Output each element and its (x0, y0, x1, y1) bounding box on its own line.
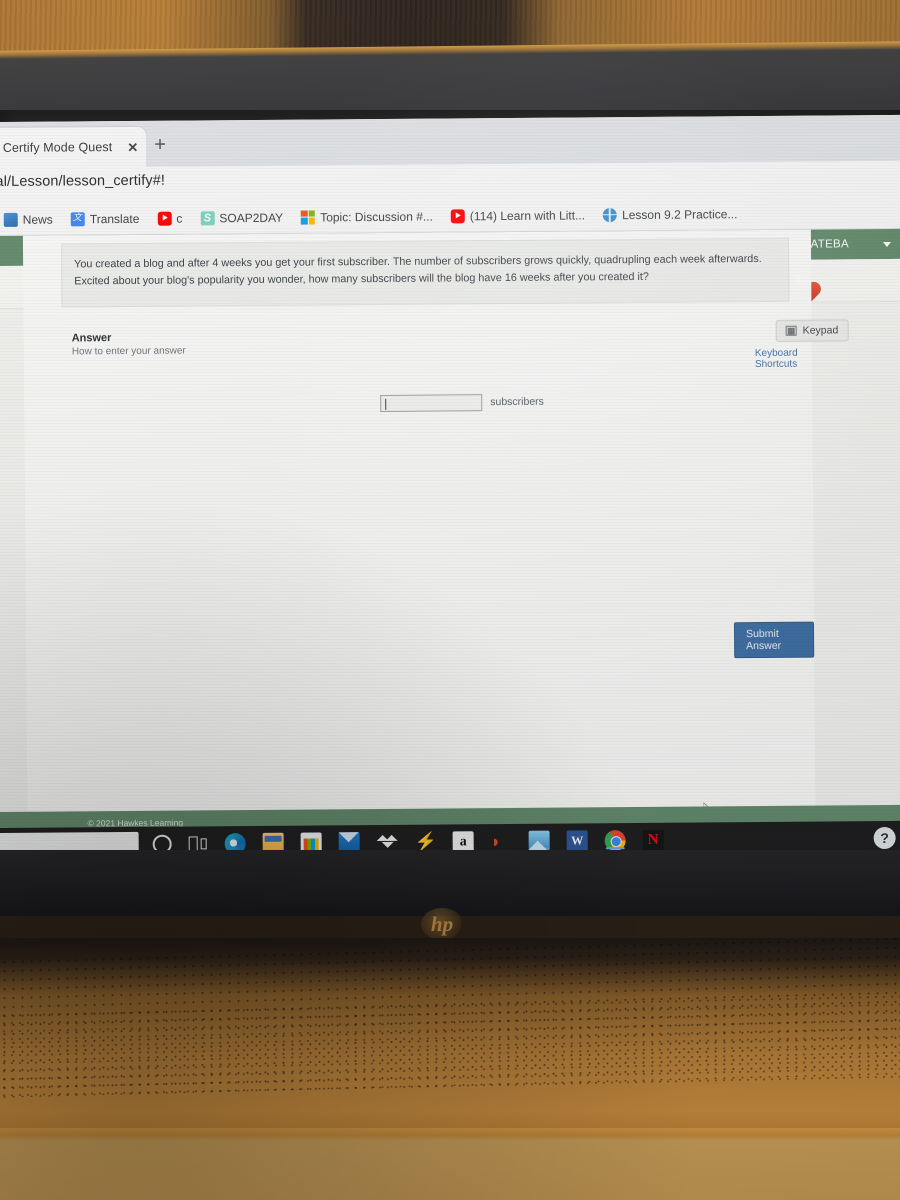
laptop-screen: 4 Certify Mode Question ✕ + rtal/Lesson/… (0, 110, 900, 862)
bookmark-youtube-c[interactable]: c (148, 211, 191, 226)
chevron-down-icon[interactable] (882, 241, 892, 247)
news-icon (3, 212, 18, 227)
submit-answer-button[interactable]: Submit Answer (733, 621, 815, 659)
bookmark-lesson-9-2-practice[interactable]: Lesson 9.2 Practice... (594, 207, 747, 222)
help-icon[interactable]: ? (873, 826, 896, 850)
bookmark-label: Topic: Discussion #... (320, 209, 433, 224)
hawkes-learning-app: Save & Exit Certify Lesson: 5.4 Exponent… (0, 228, 900, 836)
chrome-browser-window: 4 Certify Mode Question ✕ + rtal/Lesson/… (0, 114, 900, 862)
laptop-top-bezel (0, 41, 900, 121)
translate-icon (70, 211, 85, 226)
laptop-bottom-bezel (0, 850, 900, 916)
chrome-icon[interactable] (604, 829, 626, 851)
browser-tab-strip: 4 Certify Mode Question ✕ + (0, 114, 900, 169)
speaker-grille-lower (0, 992, 900, 1102)
word-icon[interactable]: W (566, 829, 588, 852)
bookmark-translate[interactable]: Translate (62, 211, 149, 226)
bookmark-learn-with-litt[interactable]: (114) Learn with Litt... (442, 208, 594, 223)
soap2day-icon: S (200, 210, 215, 225)
hp-logo: hp (421, 908, 463, 940)
bookmark-label: (114) Learn with Litt... (469, 207, 586, 223)
bookmark-label: c (176, 211, 183, 226)
new-tab-button[interactable]: + (154, 134, 166, 157)
netflix-icon[interactable]: N (642, 829, 664, 851)
bookmark-news[interactable]: News (0, 212, 62, 227)
lives-count: 3 (795, 273, 802, 286)
microsoft-icon (301, 209, 316, 225)
bookmark-label: Lesson 9.2 Practice... (621, 206, 738, 222)
bookmark-topic-discussion[interactable]: Topic: Discussion #... (292, 209, 442, 225)
youtube-icon (450, 208, 465, 223)
task-view-icon[interactable] (189, 836, 208, 851)
amazon-icon[interactable]: a (452, 830, 474, 852)
keyboard-strip: f4▣f5f6🔇f7🔉f8🔊f9|◀◀f10▶ ||f11▶▶|f12✈insp… (0, 1128, 900, 1200)
photos-icon[interactable] (528, 830, 550, 852)
bookmark-label: News (22, 212, 53, 227)
browser-tab[interactable]: 4 Certify Mode Question ✕ (0, 126, 147, 169)
bookmark-label: Translate (89, 211, 140, 226)
work-canvas: Submit Answer (23, 230, 815, 818)
tab-title: 4 Certify Mode Question (0, 140, 113, 155)
youtube-icon (157, 211, 172, 226)
bookmark-soap2day[interactable]: S SOAP2DAY (191, 210, 292, 225)
url-text: rtal/Lesson/lesson_certify#! (0, 172, 166, 191)
question-panel: You created a blog and after 4 weeks you… (22, 229, 849, 818)
globe-icon (602, 207, 618, 222)
bookmark-label: SOAP2DAY (219, 210, 284, 225)
laptop-photo: 4 Certify Mode Question ✕ + rtal/Lesson/… (0, 0, 900, 1200)
close-icon[interactable]: ✕ (127, 139, 138, 154)
office-icon[interactable]: ◗ (491, 830, 512, 851)
